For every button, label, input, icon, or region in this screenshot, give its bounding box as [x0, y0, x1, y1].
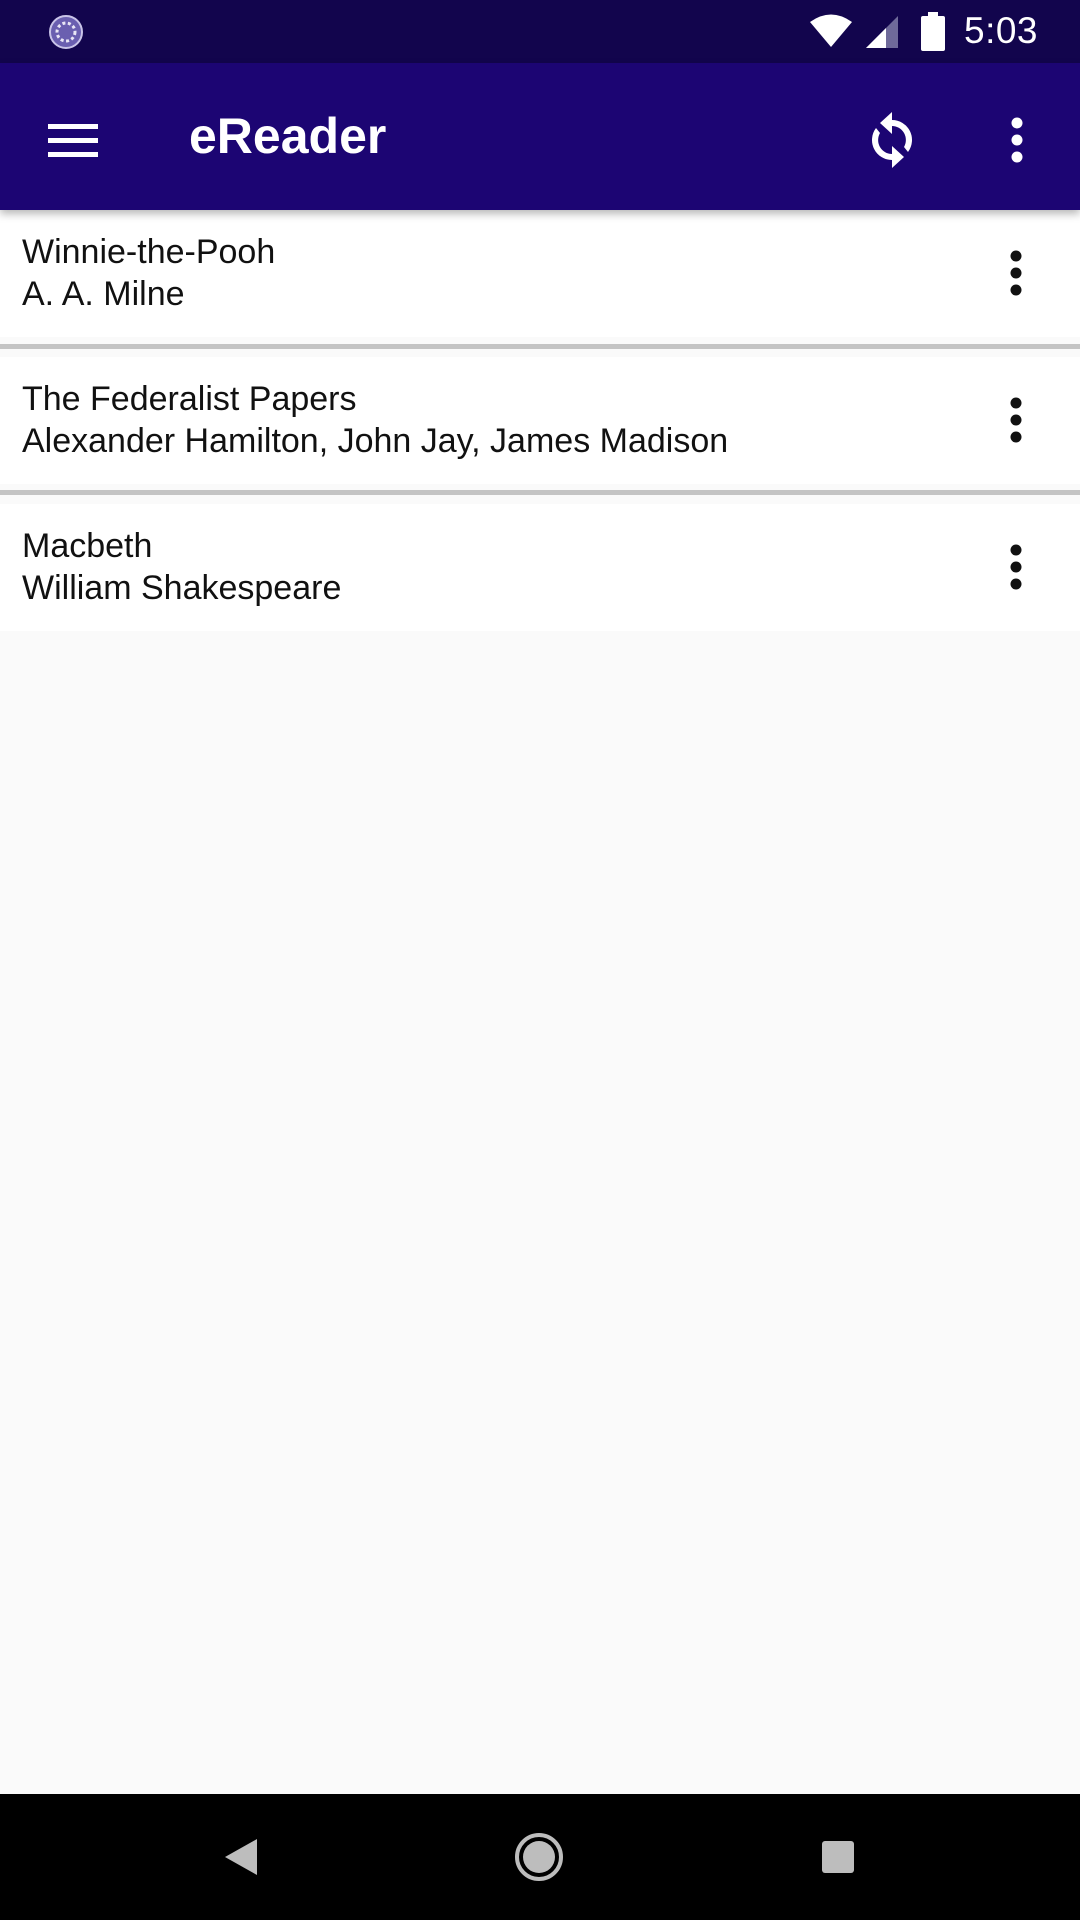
book-item-federalist-papers[interactable]: The Federalist Papers Alexander Hamilton… [0, 357, 1080, 484]
status-clock: 5:03 [964, 10, 1039, 51]
recents-icon [822, 1841, 854, 1873]
list-divider [0, 344, 1080, 349]
overflow-menu-button[interactable] [980, 103, 1054, 177]
cell-signal-icon [866, 16, 898, 48]
book-author: Alexander Hamilton, John Jay, James Madi… [22, 422, 729, 460]
book-title: Winnie-the-Pooh [22, 233, 276, 271]
book-item-macbeth[interactable]: Macbeth William Shakespeare [0, 504, 1080, 631]
system-navigation-bar [0, 1794, 1080, 1920]
loading-spinner-icon [49, 15, 83, 49]
status-bar: 5:03 [0, 0, 1080, 63]
more-vert-icon [1011, 117, 1023, 163]
recents-button[interactable] [805, 1824, 871, 1890]
book-author: William Shakespeare [22, 569, 342, 607]
battery-icon [921, 12, 945, 51]
book-title: The Federalist Papers [22, 380, 357, 418]
book-title: Macbeth [22, 527, 153, 565]
back-button[interactable] [208, 1824, 274, 1890]
more-vert-icon [1010, 250, 1022, 296]
sync-button[interactable] [855, 103, 929, 177]
book-item-winnie-the-pooh[interactable]: Winnie-the-Pooh A. A. Milne [0, 210, 1080, 337]
book-author: A. A. Milne [22, 275, 185, 313]
app-bar: eReader [0, 63, 1080, 210]
app-title: eReader [189, 108, 387, 164]
navigation-menu-button[interactable] [36, 103, 110, 177]
more-vert-icon [1010, 544, 1022, 590]
more-vert-icon [1010, 397, 1022, 443]
hamburger-menu-icon [48, 124, 98, 157]
wifi-icon [810, 14, 852, 47]
list-divider [0, 490, 1080, 495]
sync-icon [872, 112, 912, 168]
book-options-button[interactable] [986, 238, 1046, 308]
back-icon [225, 1839, 257, 1875]
home-button[interactable] [506, 1824, 572, 1890]
home-icon [515, 1833, 563, 1881]
book-options-button[interactable] [986, 385, 1046, 455]
book-options-button[interactable] [986, 532, 1046, 602]
